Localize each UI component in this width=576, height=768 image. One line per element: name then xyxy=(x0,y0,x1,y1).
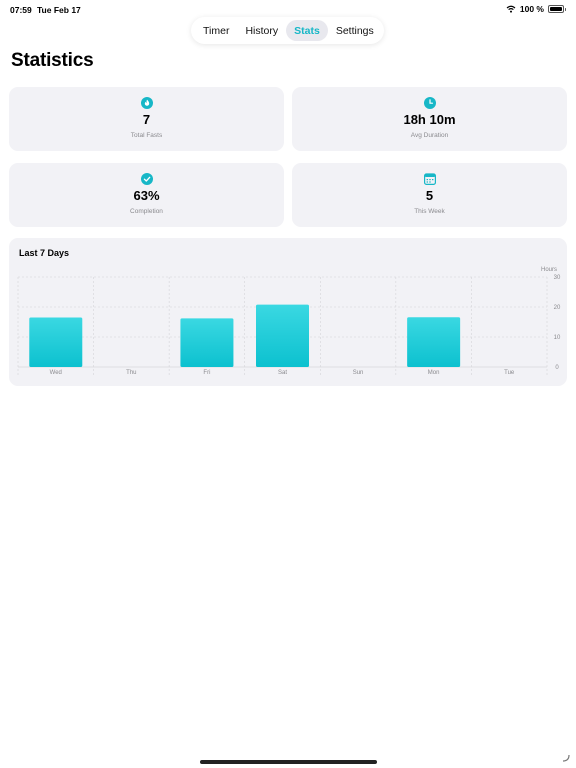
bar-wed xyxy=(29,317,83,367)
bar-fri xyxy=(180,318,234,367)
battery-icon xyxy=(548,5,566,13)
x-tick-label: Wed xyxy=(50,370,62,376)
bar-chart: Hours 0 10 20 30 Wed Thu Fri Sat Sun Mon Tue xyxy=(17,267,561,377)
stat-card-this-week: 5 This Week xyxy=(292,163,567,227)
tab-history[interactable]: History xyxy=(237,20,286,41)
x-tick-label: Mon xyxy=(428,370,440,376)
wifi-icon xyxy=(506,5,516,13)
chart-unit-label: Hours xyxy=(541,267,557,273)
tab-stats[interactable]: Stats xyxy=(286,20,328,41)
status-right: 100 % xyxy=(506,4,566,14)
y-tick-label: 0 xyxy=(555,365,559,371)
tab-timer[interactable]: Timer xyxy=(195,20,237,41)
checkmark-circle-icon xyxy=(140,172,153,185)
home-indicator[interactable] xyxy=(200,760,377,764)
x-tick-label: Thu xyxy=(126,370,136,376)
status-date: Tue Feb 17 xyxy=(37,5,81,15)
y-tick-label: 10 xyxy=(554,335,561,341)
tab-settings[interactable]: Settings xyxy=(328,20,382,41)
completion-label: Completion xyxy=(130,208,163,215)
screen: 07:59 Tue Feb 17 100 % Timer History Sta… xyxy=(0,0,576,768)
stat-card-avg-duration: 18h 10m Avg Duration xyxy=(292,87,567,151)
avg-duration-label: Avg Duration xyxy=(410,132,449,139)
clock-icon xyxy=(423,96,436,109)
this-week-label: This Week xyxy=(414,208,445,215)
total-fasts-value: 7 xyxy=(142,112,151,127)
flame-icon xyxy=(140,96,153,109)
stat-card-completion: 63% Completion xyxy=(9,163,284,227)
x-tick-label: Fri xyxy=(203,370,210,376)
this-week-value: 5 xyxy=(425,188,434,203)
y-tick-label: 20 xyxy=(554,305,561,311)
x-tick-label: Sat xyxy=(278,370,287,376)
battery-percent: 100 % xyxy=(519,4,544,14)
bar-sat xyxy=(256,304,309,367)
stat-card-total-fasts: 7 Total Fasts xyxy=(9,87,284,151)
resize-corner-icon xyxy=(562,754,570,762)
completion-value: 63% xyxy=(133,188,160,203)
x-tick-label: Tue xyxy=(504,370,515,376)
y-tick-label: 30 xyxy=(554,275,561,281)
calendar-icon xyxy=(423,172,436,185)
bar-mon xyxy=(407,317,461,367)
page-title: Statistics xyxy=(11,50,94,71)
status-time: 07:59 xyxy=(10,5,32,15)
chart-card: Last 7 Days Hours 0 10 20 30 Wed Thu Fri Sat Sun… xyxy=(9,238,567,386)
x-tick-label: Sun xyxy=(353,370,364,376)
tab-bar: Timer History Stats Settings xyxy=(191,17,384,44)
avg-duration-value: 18h 10m xyxy=(403,112,456,127)
total-fasts-label: Total Fasts xyxy=(130,132,163,139)
